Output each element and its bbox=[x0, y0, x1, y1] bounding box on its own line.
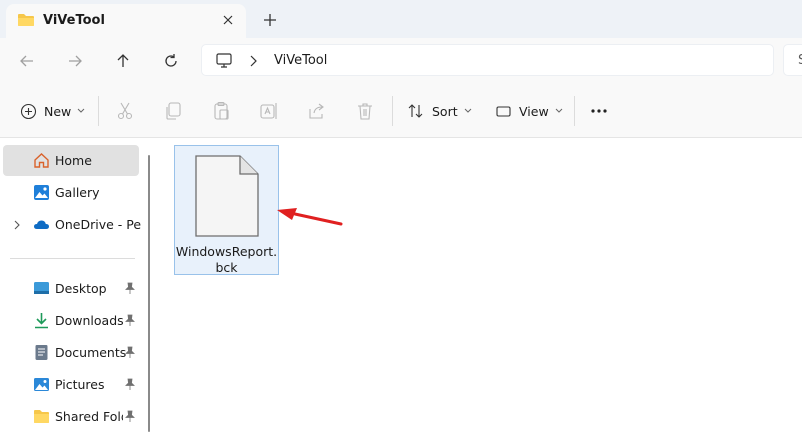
tab-title: ViVeTool bbox=[43, 13, 105, 28]
rename-icon[interactable] bbox=[259, 101, 279, 121]
folder-icon bbox=[18, 14, 34, 26]
navigation-pane: Home Gallery OneDrive - Perso Desktop bbox=[0, 139, 146, 432]
sidebar-scrollbar[interactable] bbox=[148, 155, 150, 432]
sidebar-item-pictures[interactable]: Pictures bbox=[3, 369, 139, 400]
address-path[interactable]: ViVeTool bbox=[274, 53, 327, 68]
sidebar-item-label: Pictures bbox=[55, 377, 105, 392]
delete-icon[interactable] bbox=[355, 101, 375, 121]
refresh-icon bbox=[165, 54, 177, 67]
arrow-left-icon bbox=[20, 55, 33, 67]
sort-label: Sort bbox=[432, 103, 458, 119]
chevron-down-icon bbox=[555, 108, 563, 113]
chevron-right-icon[interactable] bbox=[247, 54, 259, 68]
sidebar-item-label: Shared Folde bbox=[55, 409, 123, 424]
new-button[interactable]: New bbox=[20, 100, 85, 122]
pictures-icon bbox=[34, 378, 49, 391]
chevron-right-icon[interactable] bbox=[12, 219, 22, 231]
address-bar[interactable]: ViVeTool bbox=[201, 44, 774, 76]
tab-bar: ViVeTool bbox=[0, 0, 802, 38]
sidebar-item-label: Downloads bbox=[55, 313, 124, 328]
arrow-up-icon bbox=[117, 54, 129, 67]
sidebar-item-label: Home bbox=[55, 153, 92, 168]
refresh-button[interactable] bbox=[159, 49, 183, 73]
sort-button[interactable]: Sort bbox=[407, 100, 472, 122]
downloads-icon bbox=[35, 313, 48, 329]
sidebar-item-desktop[interactable]: Desktop bbox=[3, 273, 139, 304]
back-button[interactable] bbox=[15, 49, 39, 73]
view-icon bbox=[496, 105, 511, 117]
plus-icon[interactable] bbox=[261, 11, 279, 29]
chevron-down-icon bbox=[464, 108, 471, 113]
file-list: WindowsReport.bck bbox=[156, 139, 802, 432]
this-pc-icon[interactable] bbox=[216, 53, 232, 68]
search-box[interactable]: S bbox=[783, 44, 802, 76]
red-arrow-icon bbox=[277, 208, 343, 226]
pin-icon bbox=[125, 378, 135, 390]
sidebar-item-downloads[interactable]: Downloads bbox=[3, 305, 139, 336]
view-label: View bbox=[519, 103, 549, 119]
command-bar: New Sort View bbox=[0, 84, 802, 138]
arrow-right-icon bbox=[69, 55, 82, 67]
sort-icon bbox=[408, 104, 423, 118]
new-label: New bbox=[44, 103, 72, 119]
navigation-bar: ViVeTool S bbox=[0, 38, 802, 84]
ellipsis-icon[interactable] bbox=[589, 101, 609, 121]
desktop-icon bbox=[34, 282, 49, 294]
view-button[interactable]: View bbox=[495, 100, 563, 122]
sidebar-item-onedrive[interactable]: OneDrive - Perso bbox=[3, 209, 141, 240]
paste-icon[interactable] bbox=[211, 101, 231, 121]
chevron-down-icon bbox=[77, 108, 85, 113]
copy-icon[interactable] bbox=[163, 101, 183, 121]
gallery-icon bbox=[34, 185, 49, 200]
plus-circle-icon bbox=[20, 103, 37, 119]
search-placeholder: S bbox=[798, 53, 802, 68]
pin-icon bbox=[125, 410, 135, 422]
sidebar-item-documents[interactable]: Documents bbox=[3, 337, 139, 368]
share-icon[interactable] bbox=[307, 101, 327, 121]
pin-icon bbox=[125, 314, 135, 326]
shared-folder-icon bbox=[34, 410, 49, 423]
close-icon[interactable] bbox=[219, 11, 237, 29]
onedrive-icon bbox=[34, 220, 49, 229]
file-name: WindowsReport.bck bbox=[175, 244, 278, 275]
sidebar-item-shared-folder[interactable]: Shared Folde bbox=[3, 401, 139, 432]
pin-icon bbox=[125, 346, 135, 358]
blank-file-icon bbox=[195, 155, 259, 237]
sidebar-item-label: OneDrive - Perso bbox=[55, 217, 141, 232]
toolbar-divider bbox=[392, 96, 393, 126]
tab-vivetool[interactable]: ViVeTool bbox=[6, 4, 246, 38]
home-icon bbox=[34, 153, 49, 168]
toolbar-divider bbox=[98, 96, 99, 126]
cut-icon[interactable] bbox=[115, 101, 135, 121]
sidebar-divider bbox=[10, 258, 135, 259]
forward-button[interactable] bbox=[63, 49, 87, 73]
toolbar-divider bbox=[574, 96, 575, 126]
up-button[interactable] bbox=[111, 49, 135, 73]
sidebar-item-home[interactable]: Home bbox=[3, 145, 139, 176]
sidebar-item-label: Desktop bbox=[55, 281, 107, 296]
pin-icon bbox=[125, 282, 135, 294]
sidebar-item-label: Documents bbox=[55, 345, 127, 360]
file-item[interactable]: WindowsReport.bck bbox=[174, 145, 279, 275]
documents-icon bbox=[35, 345, 48, 360]
sidebar-item-gallery[interactable]: Gallery bbox=[3, 177, 139, 208]
sidebar-item-label: Gallery bbox=[55, 185, 100, 200]
